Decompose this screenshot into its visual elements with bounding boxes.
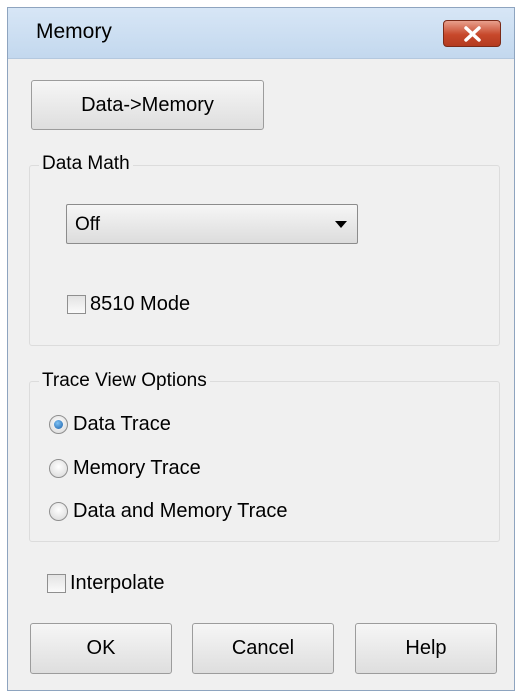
cancel-button[interactable]: Cancel <box>192 623 334 674</box>
mode-8510-checkbox[interactable]: 8510 Mode <box>67 293 190 316</box>
ok-button[interactable]: OK <box>30 623 172 674</box>
data-math-dropdown[interactable]: Off <box>66 204 358 244</box>
chevron-down-icon <box>335 221 347 228</box>
close-icon <box>464 26 481 42</box>
trace-view-label: Trace View Options <box>39 370 210 392</box>
close-button[interactable] <box>443 20 501 47</box>
mode-8510-box[interactable] <box>67 295 86 314</box>
interpolate-checkbox[interactable]: Interpolate <box>47 572 165 595</box>
radio-data-and-memory-trace[interactable]: Data and Memory Trace <box>49 500 288 523</box>
data-to-memory-button[interactable]: Data->Memory <box>31 80 264 130</box>
radio-data-trace-dot[interactable] <box>49 415 68 434</box>
data-math-label: Data Math <box>39 153 133 175</box>
memory-dialog: Memory Data->Memory Data Math Off 8510 M… <box>7 7 515 691</box>
radio-data-trace-label: Data Trace <box>73 413 171 435</box>
radio-memory-trace-dot[interactable] <box>49 459 68 478</box>
interpolate-box[interactable] <box>47 574 66 593</box>
data-math-group <box>29 165 500 346</box>
radio-data-and-memory-trace-dot[interactable] <box>49 502 68 521</box>
radio-memory-trace[interactable]: Memory Trace <box>49 457 201 480</box>
mode-8510-label: 8510 Mode <box>90 293 191 315</box>
help-button[interactable]: Help <box>355 623 497 674</box>
dialog-title: Memory <box>36 20 112 43</box>
radio-data-trace[interactable]: Data Trace <box>49 413 171 436</box>
title-bar[interactable]: Memory <box>8 8 514 59</box>
interpolate-label: Interpolate <box>70 572 165 594</box>
radio-data-and-memory-trace-label: Data and Memory Trace <box>73 500 288 522</box>
data-math-selected: Off <box>75 214 100 235</box>
radio-memory-trace-label: Memory Trace <box>73 457 201 479</box>
